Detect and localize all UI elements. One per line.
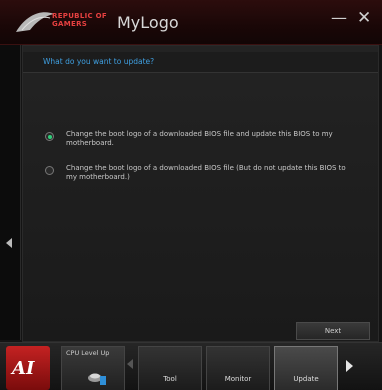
- tab-label: Update: [293, 375, 319, 383]
- question-text: What do you want to update?: [43, 57, 155, 66]
- ai-logo-text: AI: [12, 358, 35, 379]
- question-header: What do you want to update?: [23, 52, 378, 73]
- brand-text: REPUBLIC OF GAMERS: [52, 12, 112, 28]
- close-button[interactable]: ✕: [357, 10, 371, 27]
- tab-tool[interactable]: Tool: [138, 346, 202, 390]
- brand-line-1: REPUBLIC OF: [52, 12, 107, 20]
- tab-label: Monitor: [224, 375, 252, 383]
- brand-line-2: GAMERS: [52, 20, 88, 28]
- title-bar: REPUBLIC OF GAMERS MyLogo — ✕: [0, 0, 382, 45]
- ai-suite-logo[interactable]: AI: [6, 346, 50, 390]
- minimize-button[interactable]: —: [331, 10, 347, 26]
- left-arrow-icon[interactable]: [6, 238, 12, 248]
- tab-monitor[interactable]: Monitor: [206, 346, 270, 390]
- app-title: MyLogo: [117, 13, 179, 32]
- cpu-level-up-button[interactable]: CPU Level Up: [61, 346, 125, 390]
- left-rail: [0, 45, 21, 340]
- option-label: Change the boot logo of a downloaded BIO…: [66, 164, 346, 181]
- bottom-bar: AI CPU Level Up Tool Monitor Update: [0, 342, 382, 390]
- next-button[interactable]: Next: [296, 322, 370, 340]
- radio-button-selected[interactable]: [45, 132, 54, 141]
- option-label: Change the boot logo of a downloaded BIO…: [66, 130, 333, 147]
- tab-label: Tool: [163, 375, 177, 383]
- update-panel: What do you want to update? Change the b…: [22, 45, 379, 342]
- cpu-level-up-label: CPU Level Up: [66, 349, 110, 357]
- radio-button-unselected[interactable]: [45, 166, 54, 175]
- tab-update[interactable]: Update: [274, 346, 338, 390]
- scroll-left-icon[interactable]: [127, 359, 133, 369]
- mylogo-window: REPUBLIC OF GAMERS MyLogo — ✕ What do yo…: [0, 0, 382, 390]
- cpu-level-up-icon: [88, 373, 106, 385]
- right-arrow-icon[interactable]: [346, 360, 353, 372]
